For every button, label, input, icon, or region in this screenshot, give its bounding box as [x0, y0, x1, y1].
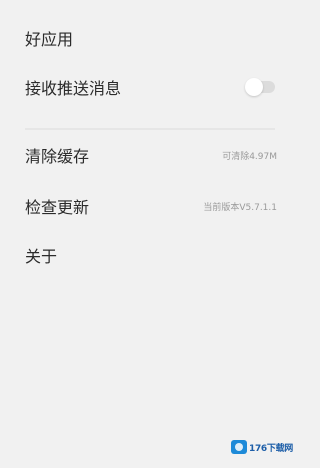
current-version-value: 当前版本V5.7.1.1	[203, 202, 277, 213]
push-notifications-toggle[interactable]	[245, 78, 275, 96]
cache-size-value: 可清除4.97M	[222, 151, 277, 162]
section-divider	[25, 128, 275, 130]
toggle-knob	[245, 78, 263, 96]
good-apps-label: 好应用	[25, 30, 74, 49]
check-update-label: 检查更新	[25, 198, 90, 217]
about-label: 关于	[25, 247, 58, 266]
watermark: 176下载网	[231, 440, 293, 454]
settings-screen: 好应用 接收推送消息 清除缓存 可清除4.97M 检查更新 当前版本V5.7.1…	[0, 0, 297, 468]
clear-cache-label: 清除缓存	[25, 147, 90, 166]
push-notifications-item[interactable]: 接收推送消息	[0, 67, 297, 107]
clear-cache-item[interactable]: 清除缓存 可清除4.97M	[0, 135, 297, 175]
check-update-item[interactable]: 检查更新 当前版本V5.7.1.1	[0, 186, 297, 226]
about-item[interactable]: 关于	[0, 235, 297, 275]
watermark-text: 176下载网	[249, 443, 293, 454]
good-apps-item[interactable]: 好应用	[0, 18, 297, 58]
push-notifications-label: 接收推送消息	[25, 79, 122, 98]
watermark-logo-icon	[231, 440, 247, 454]
